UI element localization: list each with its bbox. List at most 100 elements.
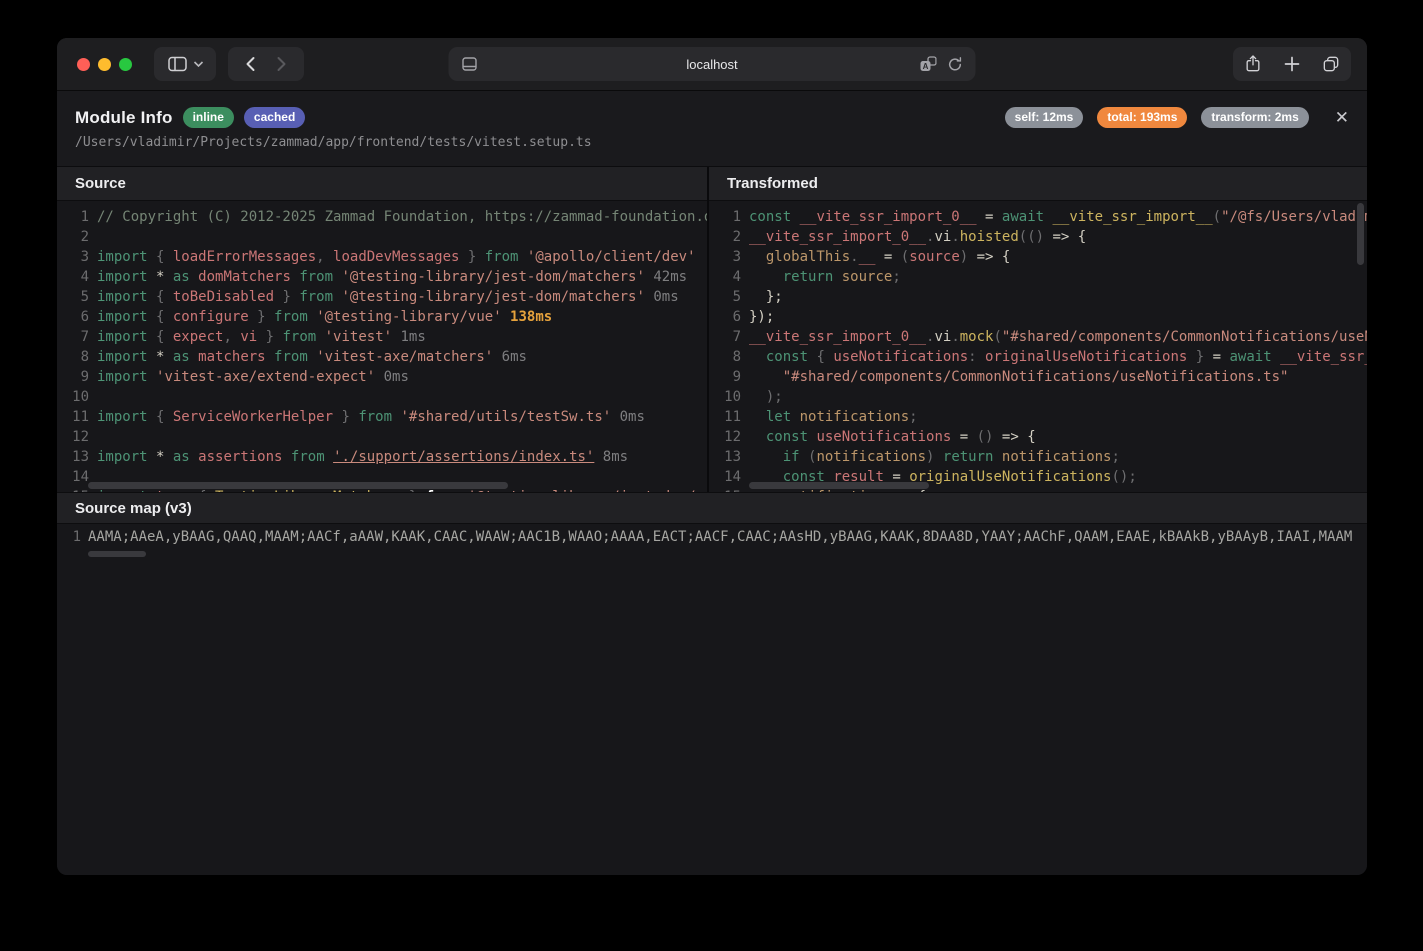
- new-tab-icon[interactable]: [1283, 55, 1301, 73]
- token: [308, 309, 316, 325]
- token: }: [274, 289, 299, 305]
- token: [266, 349, 274, 365]
- reload-icon[interactable]: [947, 56, 964, 73]
- token: loadErrorMessages: [173, 249, 316, 265]
- token: await: [1002, 209, 1044, 225]
- token: [148, 329, 156, 345]
- token: from: [274, 309, 308, 325]
- line-number: 1: [67, 207, 89, 227]
- token: [749, 249, 766, 265]
- token: vi: [934, 229, 951, 245]
- token: (: [993, 329, 1001, 345]
- close-window-button[interactable]: [77, 58, 90, 71]
- token: };: [749, 289, 783, 305]
- page-settings-icon[interactable]: [461, 55, 479, 73]
- token: 0ms: [645, 289, 679, 305]
- token: await: [1229, 349, 1271, 365]
- transformed-vertical-scrollbar[interactable]: [1357, 203, 1364, 265]
- token: return: [783, 269, 834, 285]
- token: [1044, 209, 1052, 225]
- line-number: 11: [67, 407, 89, 427]
- code-line: 11import { ServiceWorkerHelper } from '#…: [57, 407, 707, 427]
- transformed-code[interactable]: 1const __vite_ssr_import_0__ = await __v…: [709, 201, 1367, 492]
- token: (: [1213, 209, 1221, 225]
- line-number: 13: [719, 447, 741, 467]
- token: from: [299, 289, 333, 305]
- token: from: [282, 329, 316, 345]
- token: 'vitest-axe/matchers': [316, 349, 493, 365]
- transformed-horizontal-scrollbar[interactable]: [749, 482, 929, 489]
- token: import: [97, 369, 148, 385]
- line-number: 6: [719, 307, 741, 327]
- line-number: 2: [719, 227, 741, 247]
- token: vi: [934, 329, 951, 345]
- forward-button[interactable]: [273, 55, 289, 73]
- token: .: [951, 329, 959, 345]
- code-line: 12 const useNotifications = () => {: [709, 427, 1367, 447]
- line-number: 7: [719, 327, 741, 347]
- code-line: 8import * as matchers from 'vitest-axe/m…: [57, 347, 707, 367]
- token: ();: [1111, 469, 1136, 485]
- token: =: [875, 249, 900, 265]
- sourcemap-title: Source map (v3): [57, 492, 1367, 524]
- line-number: 1: [719, 207, 741, 227]
- close-icon[interactable]: ✕: [1335, 109, 1349, 126]
- line-number: 12: [719, 427, 741, 447]
- code-line: 11 let notifications;: [709, 407, 1367, 427]
- token: [791, 209, 799, 225]
- token: =: [1213, 349, 1230, 365]
- sidebar-toggle-button[interactable]: [154, 47, 216, 81]
- token: [749, 489, 783, 492]
- code-line: 6import { configure } from '@testing-lib…: [57, 307, 707, 327]
- token: :: [968, 349, 985, 365]
- minimize-window-button[interactable]: [98, 58, 111, 71]
- token: (): [977, 429, 1002, 445]
- token: }: [459, 249, 484, 265]
- line-number: 10: [719, 387, 741, 407]
- token: // Copyright (C) 2012-2025 Zammad Founda…: [97, 209, 707, 225]
- token: notifications: [816, 449, 926, 465]
- token: *: [148, 269, 173, 285]
- token: [148, 309, 156, 325]
- cached-badge: cached: [244, 107, 305, 128]
- token: ;: [909, 409, 917, 425]
- sourcemap-content: AAMA;AAeA,yBAAG,QAAQ,MAAM;AACf,aAAW,KAAK…: [88, 529, 1352, 545]
- source-horizontal-scrollbar[interactable]: [88, 482, 508, 489]
- token: => {: [1052, 229, 1086, 245]
- token: import: [97, 329, 148, 345]
- token: 42ms: [645, 269, 687, 285]
- share-icon[interactable]: [1243, 54, 1263, 74]
- line-number: 9: [67, 367, 89, 387]
- sourcemap-horizontal-scrollbar[interactable]: [88, 551, 146, 557]
- token: [833, 269, 841, 285]
- token: [749, 429, 766, 445]
- back-button[interactable]: [243, 55, 259, 73]
- token: toBeDisabled: [173, 289, 274, 305]
- line-number: 14: [67, 467, 89, 487]
- zoom-window-button[interactable]: [119, 58, 132, 71]
- line-number: 8: [67, 347, 89, 367]
- token: domMatchers: [198, 269, 291, 285]
- token: matchers: [198, 349, 265, 365]
- chevron-down-icon: [193, 60, 204, 68]
- token: [316, 329, 324, 345]
- token: assertions: [198, 449, 282, 465]
- line-number: 5: [719, 287, 741, 307]
- inline-badge: inline: [183, 107, 234, 128]
- token: ,: [316, 249, 333, 265]
- source-panel: Source 1// Copyright (C) 2012-2025 Zamma…: [57, 167, 707, 492]
- token: [148, 249, 156, 265]
- code-line: 1const __vite_ssr_import_0__ = await __v…: [709, 207, 1367, 227]
- token: [800, 449, 808, 465]
- token: if: [783, 449, 800, 465]
- line-number: 4: [67, 267, 89, 287]
- token: =: [977, 209, 1002, 225]
- translate-icon[interactable]: A: [920, 56, 937, 72]
- tab-overview-icon[interactable]: [1321, 54, 1341, 74]
- line-number: 13: [67, 447, 89, 467]
- token: return: [943, 449, 994, 465]
- address-bar[interactable]: localhost A: [449, 47, 976, 81]
- token: from: [426, 489, 460, 492]
- source-code[interactable]: 1 // Copyright (C) 2012-2025 Zammad Found…: [57, 201, 707, 492]
- module-link[interactable]: './support/assertions/index.ts': [333, 449, 594, 465]
